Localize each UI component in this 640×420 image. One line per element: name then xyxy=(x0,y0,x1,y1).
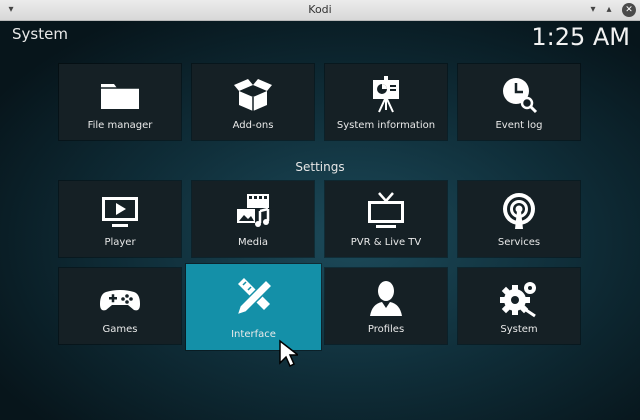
media-library-icon xyxy=(192,191,314,231)
tv-antenna-icon xyxy=(325,191,447,231)
close-icon[interactable]: ✕ xyxy=(622,3,636,17)
tile-label: Media xyxy=(237,237,269,248)
tile-label: Services xyxy=(497,237,541,248)
tile-label: File manager xyxy=(87,120,153,131)
title-bar: ▾ Kodi ▾ ▴ ✕ xyxy=(0,0,640,21)
tile-media[interactable]: Media xyxy=(192,181,314,257)
tile-label: Games xyxy=(102,324,138,335)
mouse-pointer-icon xyxy=(279,339,298,368)
maximize-icon[interactable]: ▴ xyxy=(602,3,616,17)
tile-label: Add-ons xyxy=(232,120,274,131)
tile-system-information[interactable]: System information xyxy=(325,64,447,140)
tile-label: System information xyxy=(336,120,436,131)
page-title: System xyxy=(12,25,68,43)
clock: 1:25 AM xyxy=(531,23,630,51)
broadcast-icon xyxy=(458,191,580,231)
tile-event-log[interactable]: Event log xyxy=(458,64,580,140)
pencil-ruler-icon xyxy=(186,276,321,316)
gamepad-icon xyxy=(59,278,181,318)
gears-icon xyxy=(458,278,580,318)
tile-interface[interactable]: Interface xyxy=(186,264,321,350)
tile-pvr-live-tv[interactable]: PVR & Live TV xyxy=(325,181,447,257)
window-title: Kodi xyxy=(308,3,332,16)
folder-icon xyxy=(59,74,181,114)
user-profile-icon xyxy=(325,278,447,318)
kodi-app: System 1:25 AM File manager Add-ons Syst… xyxy=(0,21,640,420)
tile-player[interactable]: Player xyxy=(59,181,181,257)
kodi-window: ▾ Kodi ▾ ▴ ✕ System 1:25 AM File manager xyxy=(0,0,640,420)
tile-label: Profiles xyxy=(367,324,405,335)
settings-heading: Settings xyxy=(295,160,345,174)
tile-games[interactable]: Games xyxy=(59,268,181,344)
tile-profiles[interactable]: Profiles xyxy=(325,268,447,344)
minimize-icon[interactable]: ▾ xyxy=(586,3,600,17)
tile-file-manager[interactable]: File manager xyxy=(59,64,181,140)
open-box-icon xyxy=(192,74,314,114)
tile-label: Player xyxy=(104,237,136,248)
tile-label: PVR & Live TV xyxy=(350,237,422,248)
clock-magnifier-icon xyxy=(458,74,580,114)
tv-play-icon xyxy=(59,191,181,231)
tile-services[interactable]: Services xyxy=(458,181,580,257)
tile-add-ons[interactable]: Add-ons xyxy=(192,64,314,140)
tile-label: Interface xyxy=(231,329,276,340)
tile-label: Event log xyxy=(495,120,543,131)
presentation-board-icon xyxy=(325,74,447,114)
tile-system[interactable]: System xyxy=(458,268,580,344)
tile-label: System xyxy=(500,324,538,335)
